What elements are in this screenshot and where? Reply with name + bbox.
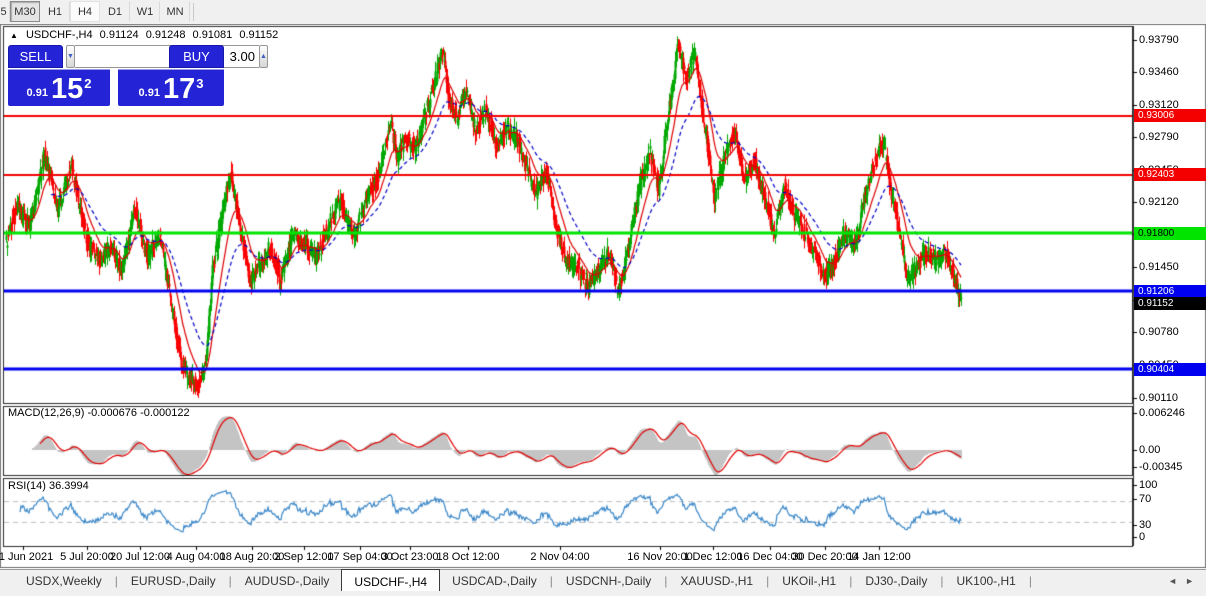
timeframe-button-h4[interactable]: H4 — [70, 1, 100, 22]
collapse-triangle-icon[interactable]: ▲ — [10, 31, 18, 40]
date-axis-label: 14 Jan 12:00 — [847, 551, 911, 563]
macd-axis-tick-label: -0.00345 — [1139, 461, 1205, 473]
buy-price-big: 17 — [163, 76, 195, 102]
volume-spinner: ▼ ▲ — [66, 45, 166, 68]
date-axis-label: 21 Jun 2021 — [0, 551, 53, 563]
date-axis-label: 2 Sep 12:00 — [274, 551, 333, 563]
macd-axis-tick-label: 0.006246 — [1139, 407, 1205, 419]
chart-tab-dj30-daily[interactable]: DJ30-,Daily — [853, 571, 939, 591]
chart-tab-uk100-h1[interactable]: UK100-,H1 — [944, 571, 1027, 591]
buy-price-pip: 3 — [196, 76, 203, 91]
one-click-trading-panel: SELL ▼ ▲ BUY 0.91 15 2 0.91 17 3 — [8, 45, 224, 107]
timeframe-button-mn[interactable]: MN — [160, 1, 190, 22]
price-axis-tick-label: 0.90110 — [1139, 392, 1205, 404]
chart-tab-usdchf-h4[interactable]: USDCHF-,H4 — [341, 569, 440, 591]
date-axis-label: 5 Jul 20:00 — [60, 551, 114, 563]
chart-tab-bar: USDX,Weekly|EURUSD-,Daily|AUDUSD-,DailyU… — [0, 569, 1206, 592]
rsi-axis-tick-label: 0 — [1139, 531, 1205, 543]
chart-tab-xauusd-h1[interactable]: XAUUSD-,H1 — [668, 571, 765, 591]
chart-tab-usdcnh-daily[interactable]: USDCNH-,Daily — [554, 571, 663, 591]
rsi-axis-tick-label: 30 — [1139, 519, 1205, 531]
price-axis-tick-label: 0.92120 — [1139, 196, 1205, 208]
chart-tab-ukoil-h1[interactable]: UKOil-,H1 — [770, 571, 848, 591]
date-axis-label: 18 Oct 12:00 — [437, 551, 500, 563]
date-axis-label: 1 Dec 12:00 — [683, 551, 742, 563]
timeframe-button-m30[interactable]: M30 — [10, 1, 40, 22]
high-value: 0.91248 — [146, 29, 186, 41]
sell-price-pip: 2 — [84, 76, 91, 91]
price-level-tag: 0.91206 — [1134, 285, 1206, 298]
low-value: 0.91081 — [193, 29, 233, 41]
tab-separator: | — [1028, 574, 1033, 588]
price-level-tag: 0.90404 — [1134, 363, 1206, 376]
rsi-indicator-label: RSI(14) 36.3994 — [8, 480, 89, 492]
macd-indicator-label: MACD(12,26,9) -0.000676 -0.000122 — [8, 407, 190, 419]
price-axis-tick-label: 0.93790 — [1139, 34, 1205, 46]
date-axis-label: 2 Nov 04:00 — [530, 551, 589, 563]
toolbar-separator — [193, 3, 194, 21]
date-axis-label: 20 Jul 12:00 — [110, 551, 170, 563]
sell-price-small: 0.91 — [27, 87, 48, 99]
timeframe-button-w1[interactable]: W1 — [130, 1, 160, 22]
timeframe-button-h1[interactable]: H1 — [40, 1, 70, 22]
price-axis-tick-label: 0.92790 — [1139, 131, 1205, 143]
macd-axis-tick-label: 0.00 — [1139, 444, 1205, 456]
buy-price-small: 0.91 — [139, 87, 160, 99]
buy-price-box[interactable]: 0.91 17 3 — [118, 69, 224, 106]
tab-scroll-right-button[interactable]: ► — [1181, 576, 1198, 586]
open-value: 0.91124 — [100, 29, 139, 41]
close-value: 0.91152 — [239, 29, 278, 41]
date-axis-label: 4 Aug 04:00 — [167, 551, 226, 563]
rsi-axis-tick-label: 70 — [1139, 493, 1205, 505]
symbol-period-label: USDCHF-,H4 — [26, 29, 93, 41]
volume-decrease-button[interactable]: ▼ — [66, 45, 75, 68]
volume-input[interactable] — [75, 45, 259, 68]
date-axis-label: 3 Oct 23:00 — [382, 551, 439, 563]
timeframe-toolbar: 5M30H1H4D1W1MN — [0, 0, 1206, 23]
chart-tab-usdcad-daily[interactable]: USDCAD-,Daily — [440, 571, 549, 591]
timeframe-button-5[interactable]: 5 — [0, 1, 10, 22]
timeframe-button-d1[interactable]: D1 — [100, 1, 130, 22]
chart-tab-audusd-daily[interactable]: AUDUSD-,Daily — [233, 571, 342, 591]
status-strip — [0, 592, 1206, 596]
sell-price-big: 15 — [51, 76, 83, 102]
rsi-axis-tick-label: 100 — [1139, 479, 1205, 491]
buy-button[interactable]: BUY — [169, 45, 224, 68]
price-level-tag: 0.92403 — [1134, 168, 1206, 181]
chart-tab-eurusd-daily[interactable]: EURUSD-,Daily — [119, 571, 228, 591]
price-axis-tick-label: 0.90780 — [1139, 326, 1205, 338]
price-axis-tick-label: 0.91450 — [1139, 261, 1205, 273]
price-level-tag: 0.91800 — [1134, 227, 1206, 240]
price-level-tag: 0.93006 — [1134, 109, 1206, 122]
sell-button[interactable]: SELL — [8, 45, 63, 68]
sell-price-box[interactable]: 0.91 15 2 — [8, 69, 110, 106]
chart-title: ▲ USDCHF-,H4 0.91124 0.91248 0.91081 0.9… — [10, 29, 282, 41]
tab-scroll-controls: ◄► — [1164, 576, 1206, 586]
volume-increase-button[interactable]: ▲ — [259, 45, 268, 68]
current-price-tag: 0.91152 — [1134, 297, 1206, 310]
price-axis-tick-label: 0.93460 — [1139, 66, 1205, 78]
tab-scroll-left-button[interactable]: ◄ — [1164, 576, 1181, 586]
chart-tab-usdx-weekly[interactable]: USDX,Weekly — [14, 571, 114, 591]
